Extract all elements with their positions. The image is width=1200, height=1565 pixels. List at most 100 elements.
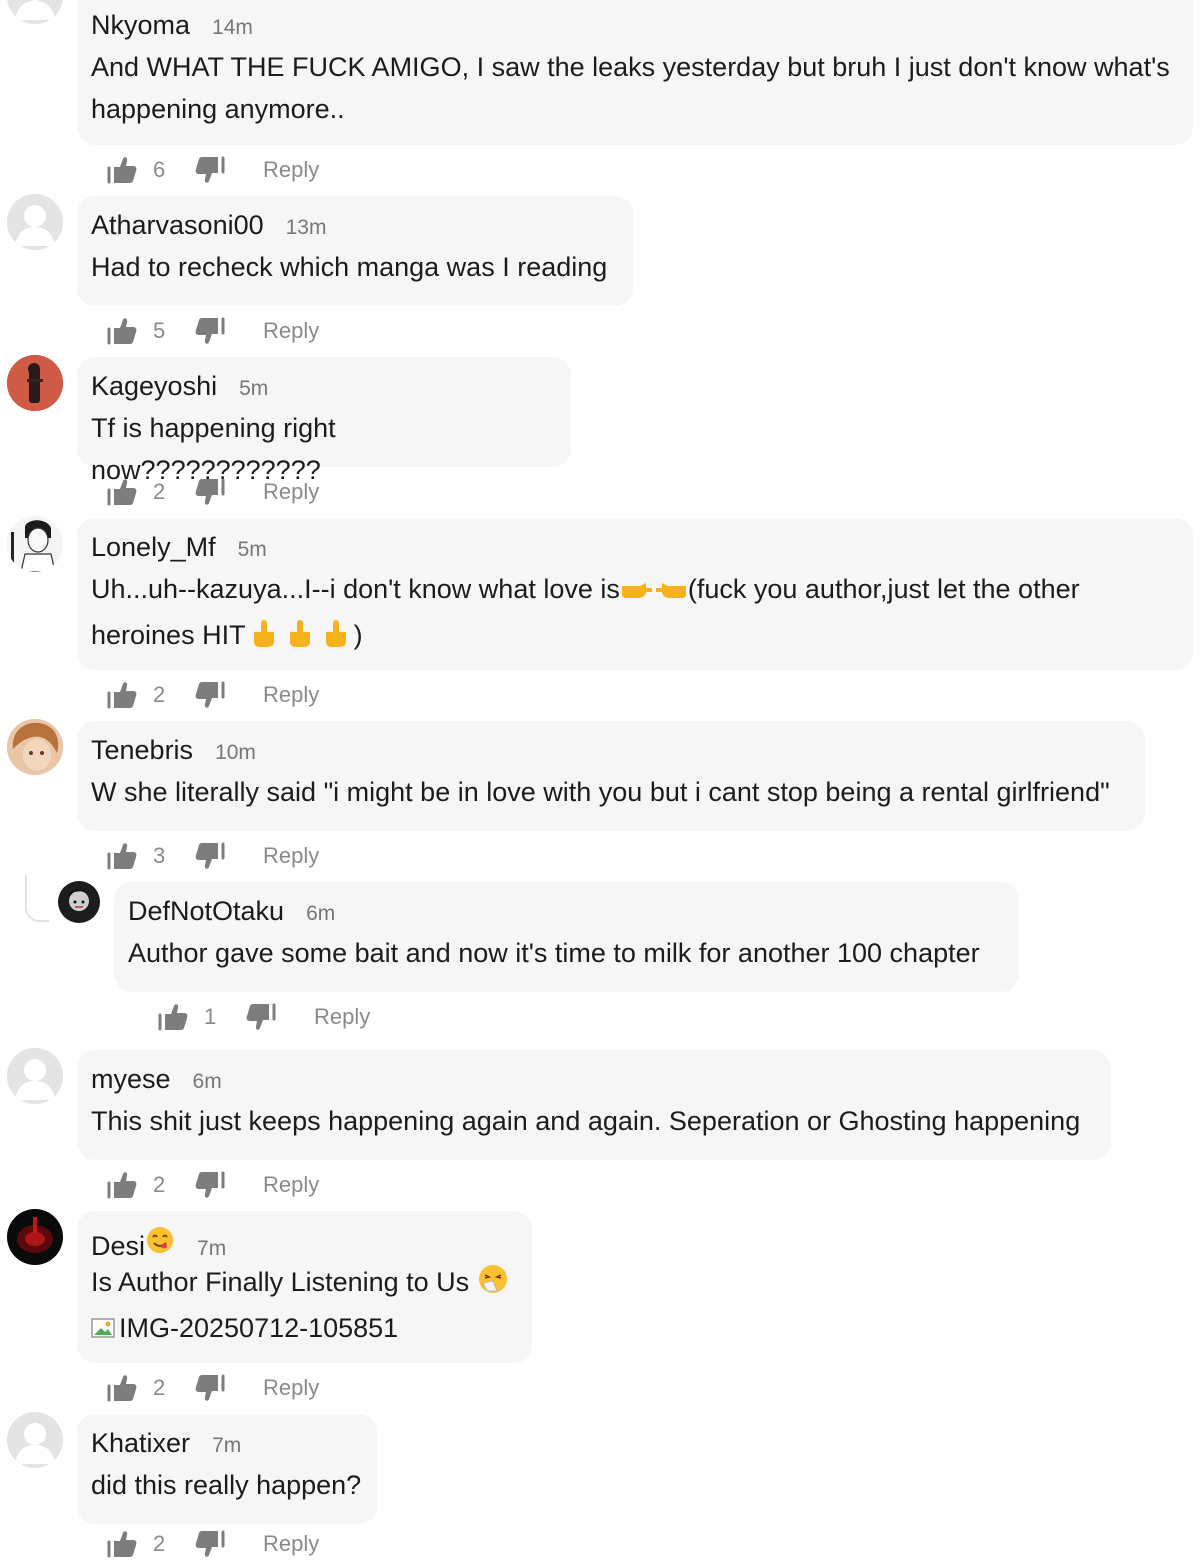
avatar[interactable] — [7, 516, 63, 572]
thumbs-up-icon[interactable] — [105, 1371, 139, 1405]
sneezing-face-emoji-icon — [477, 1263, 509, 1307]
comment-time: 14m — [212, 16, 253, 39]
comment-actions: 2 Reply — [105, 474, 319, 510]
like-count: 1 — [204, 1004, 217, 1029]
comment-username[interactable]: Lonely_Mf — [91, 532, 216, 563]
comment-username[interactable]: Desi — [91, 1231, 145, 1262]
reply-button[interactable]: Reply — [263, 479, 319, 505]
comment-time: 5m — [239, 377, 269, 400]
comment-bubble: Kageyoshi 5m Tf is happening right now???… — [77, 357, 571, 485]
comment-bubble: Tenebris 10m W she literally said "i migh… — [77, 721, 1145, 831]
thumbs-down-icon[interactable] — [244, 1000, 278, 1034]
like-count: 2 — [153, 1172, 166, 1197]
avatar[interactable] — [7, 1048, 63, 1104]
reply-button[interactable]: Reply — [263, 843, 319, 869]
comment-bubble: Nkyoma 14m And WHAT THE FUCK AMIGO, I saw… — [77, 0, 1193, 145]
thumbs-up-icon[interactable] — [105, 475, 139, 509]
reply-button[interactable]: Reply — [263, 1172, 319, 1198]
like-count: 6 — [153, 157, 166, 182]
comment-actions: 1 Reply — [156, 999, 370, 1035]
reply-button[interactable]: Reply — [263, 1375, 319, 1401]
like-count: 5 — [153, 318, 166, 343]
like-count: 3 — [153, 843, 166, 868]
avatar[interactable] — [7, 1209, 63, 1265]
comment-bubble: Atharvasoni00 13m Had to recheck which ma… — [77, 196, 633, 306]
comment-username[interactable]: Nkyoma — [91, 10, 190, 41]
avatar[interactable] — [7, 355, 63, 411]
thumbs-up-icon[interactable] — [105, 153, 139, 187]
comment-time: 7m — [212, 1434, 242, 1457]
thumbs-up-icon[interactable] — [105, 1527, 139, 1561]
thumbs-down-icon[interactable] — [193, 314, 227, 348]
comment-time: 6m — [192, 1070, 222, 1093]
broken-image-icon — [91, 1318, 115, 1338]
comment-actions: 2 Reply — [105, 677, 319, 713]
like-count: 2 — [153, 1531, 166, 1556]
thumbs-down-icon[interactable] — [193, 1168, 227, 1202]
thumbs-up-icon[interactable] — [156, 1000, 190, 1034]
comment-text: Had to recheck which manga was I reading — [91, 252, 608, 282]
thumbs-up-icon[interactable] — [105, 314, 139, 348]
pointing-left-hand-icon — [654, 572, 688, 614]
comment-time: 5m — [237, 538, 267, 561]
comment-actions: 3 Reply — [105, 838, 319, 874]
comment-actions: 2 Reply — [105, 1167, 319, 1203]
like-count: 2 — [153, 1375, 166, 1400]
middle-finger-icon — [246, 618, 282, 660]
reply-button[interactable]: Reply — [263, 157, 319, 183]
avatar[interactable] — [58, 881, 100, 923]
comment-text: Is Author Finally Listening to Us IMG-20… — [91, 1261, 518, 1352]
middle-finger-icon — [282, 618, 318, 660]
comment-bubble: Desi 7m Is Author Finally Listening to Us… — [77, 1211, 532, 1363]
reply-button[interactable]: Reply — [263, 682, 319, 708]
avatar[interactable] — [7, 194, 63, 250]
comment-time: 6m — [306, 902, 336, 925]
comment-text: W she literally said "i might be in love… — [91, 777, 1110, 807]
broken-image-attachment[interactable]: IMG-20250712-105851 — [91, 1307, 398, 1349]
thumbs-down-icon[interactable] — [193, 839, 227, 873]
thumbs-up-icon[interactable] — [105, 839, 139, 873]
pointing-right-hand-icon — [620, 572, 654, 614]
reply-button[interactable]: Reply — [314, 1004, 370, 1030]
comment-username[interactable]: Khatixer — [91, 1428, 190, 1459]
avatar[interactable] — [7, 719, 63, 775]
comment-username[interactable]: Kageyoshi — [91, 371, 217, 402]
thumbs-down-icon[interactable] — [193, 1527, 227, 1561]
like-count: 2 — [153, 682, 166, 707]
comment-text: And WHAT THE FUCK AMIGO, I saw the leaks… — [91, 52, 1170, 124]
thumbs-up-icon[interactable] — [105, 678, 139, 712]
thumbs-down-icon[interactable] — [193, 678, 227, 712]
comment-username[interactable]: myese — [91, 1064, 171, 1095]
reply-button[interactable]: Reply — [263, 1531, 319, 1557]
avatar[interactable] — [7, 0, 63, 24]
user-avatar-image — [7, 1209, 63, 1265]
thumbs-down-icon[interactable] — [193, 1371, 227, 1405]
comment-username[interactable]: DefNotOtaku — [128, 896, 284, 927]
default-user-avatar-icon — [7, 1412, 63, 1468]
comment-actions: 2 Reply — [105, 1526, 319, 1562]
user-avatar-image — [7, 719, 63, 775]
comment-time: 10m — [215, 741, 256, 764]
thumbs-down-icon[interactable] — [193, 475, 227, 509]
comment-actions: 2 Reply — [105, 1370, 319, 1406]
comment-username[interactable]: Tenebris — [91, 735, 193, 766]
avatar[interactable] — [7, 1412, 63, 1468]
comment-text: Uh...uh--kazuya...I--i don't know what l… — [91, 568, 1179, 660]
user-avatar-image — [7, 516, 63, 572]
thumbs-up-icon[interactable] — [105, 1168, 139, 1202]
reply-button[interactable]: Reply — [263, 318, 319, 344]
comment-bubble: myese 6m This shit just keeps happening a… — [77, 1050, 1111, 1160]
comment-text: Author gave some bait and now it's time … — [128, 938, 980, 968]
reply-thread-line — [25, 874, 49, 922]
default-user-avatar-icon — [7, 194, 63, 250]
default-user-avatar-icon — [7, 1048, 63, 1104]
yum-face-emoji-icon — [145, 1225, 175, 1260]
thumbs-down-icon[interactable] — [193, 153, 227, 187]
comment-actions: 6 Reply — [105, 152, 319, 188]
comment-username[interactable]: Atharvasoni00 — [91, 210, 264, 241]
default-user-avatar-icon — [7, 0, 63, 24]
middle-finger-icon — [318, 618, 354, 660]
comment-bubble: DefNotOtaku 6m Author gave some bait and … — [114, 882, 1019, 992]
comment-bubble: Lonely_Mf 5m Uh...uh--kazuya...I--i don't… — [77, 518, 1193, 670]
comment-text: This shit just keeps happening again and… — [91, 1106, 1081, 1136]
